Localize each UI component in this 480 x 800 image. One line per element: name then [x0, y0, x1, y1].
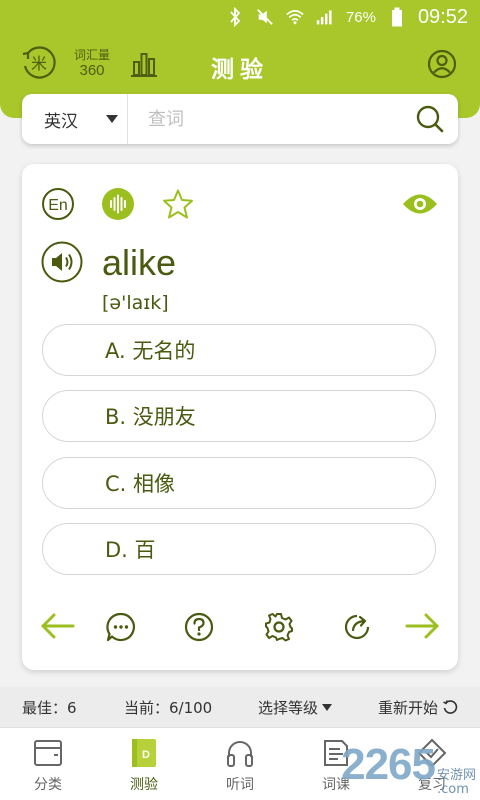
speaker-icon	[41, 241, 83, 283]
eye-icon	[403, 194, 437, 214]
language-toggle-button[interactable]: En	[40, 186, 76, 222]
restart-icon	[443, 700, 458, 714]
arrow-left-icon	[41, 613, 75, 639]
chat-bubble-icon	[106, 612, 135, 642]
answer-option-b[interactable]: B. 没朋友	[42, 390, 436, 442]
tab-listen-label: 听词	[226, 777, 254, 793]
language-label: 英汉	[44, 111, 78, 132]
wifi-icon	[286, 8, 304, 26]
search-input[interactable]	[128, 94, 402, 144]
tab-category-label: 分类	[34, 777, 62, 793]
phonetic: [ə'laɪk]	[102, 292, 169, 314]
tab-category[interactable]: 分类	[0, 728, 96, 800]
battery-percent: 76%	[345, 8, 376, 26]
bluetooth-icon	[226, 7, 244, 27]
favorite-button[interactable]	[160, 186, 196, 222]
search-bar: 英汉	[22, 94, 458, 144]
caret-down-icon	[106, 115, 118, 123]
watermark-text: 安游网	[436, 768, 476, 783]
category-icon	[34, 740, 62, 766]
restart-label: 重新开始	[378, 698, 439, 717]
share-button[interactable]	[338, 608, 376, 646]
svg-text:D: D	[142, 749, 150, 761]
headphones-icon	[227, 741, 253, 767]
tab-quiz-label: 测验	[130, 777, 158, 793]
watermark-number: 2265	[341, 740, 436, 789]
voice-button[interactable]	[100, 186, 136, 222]
english-badge-icon: En	[42, 188, 74, 220]
toggle-visibility-button[interactable]	[400, 186, 440, 222]
page-title: 测验	[211, 57, 269, 83]
best-score: 最佳：6	[22, 698, 77, 717]
quiz-card: En alike [ə'laɪk] A. 无名的 B. 没朋友 C. 相像 D.…	[22, 164, 458, 670]
answer-option-d[interactable]: D. 百	[42, 523, 436, 575]
dictionary-language-select[interactable]: 英汉	[22, 94, 128, 144]
question-icon	[184, 612, 214, 642]
site-watermark: 2265 安游网 .com	[341, 740, 476, 797]
pronounce-button[interactable]	[40, 240, 84, 284]
english-badge-text: En	[48, 197, 68, 214]
restart-button[interactable]: 重新开始	[378, 687, 458, 727]
quiz-word: alike	[102, 242, 177, 283]
quiz-icon: D	[132, 739, 156, 767]
previous-button[interactable]	[36, 608, 80, 644]
level-select-label: 选择等级	[258, 698, 319, 717]
battery-icon	[388, 7, 406, 27]
watermark-domain: .com	[436, 782, 469, 797]
tab-quiz[interactable]: D 测验	[96, 728, 192, 800]
mute-icon	[256, 8, 274, 26]
clock: 09:52	[417, 5, 468, 28]
user-icon	[427, 49, 457, 79]
share-icon	[344, 614, 370, 640]
next-button[interactable]	[400, 608, 444, 644]
score-bar: 最佳：6 当前：6/100 选择等级 重新开始	[0, 687, 480, 727]
audio-wave-icon	[102, 188, 134, 220]
star-icon	[163, 189, 193, 219]
gear-icon	[265, 613, 293, 642]
status-bar: 76% 09:52	[0, 0, 480, 34]
answer-option-a[interactable]: A. 无名的	[42, 324, 436, 376]
comments-button[interactable]	[102, 608, 140, 646]
settings-button[interactable]	[260, 608, 298, 646]
profile-button[interactable]	[424, 46, 460, 82]
arrow-right-icon	[405, 613, 439, 639]
current-progress: 当前：6/100	[124, 698, 213, 717]
tab-listen[interactable]: 听词	[192, 728, 288, 800]
hint-button[interactable]	[180, 608, 218, 646]
caret-down-icon	[322, 703, 333, 711]
level-select[interactable]: 选择等级	[258, 687, 333, 727]
answer-option-c[interactable]: C. 相像	[42, 457, 436, 509]
search-icon	[416, 105, 444, 133]
search-button[interactable]	[402, 94, 458, 144]
signal-icon	[316, 8, 334, 26]
